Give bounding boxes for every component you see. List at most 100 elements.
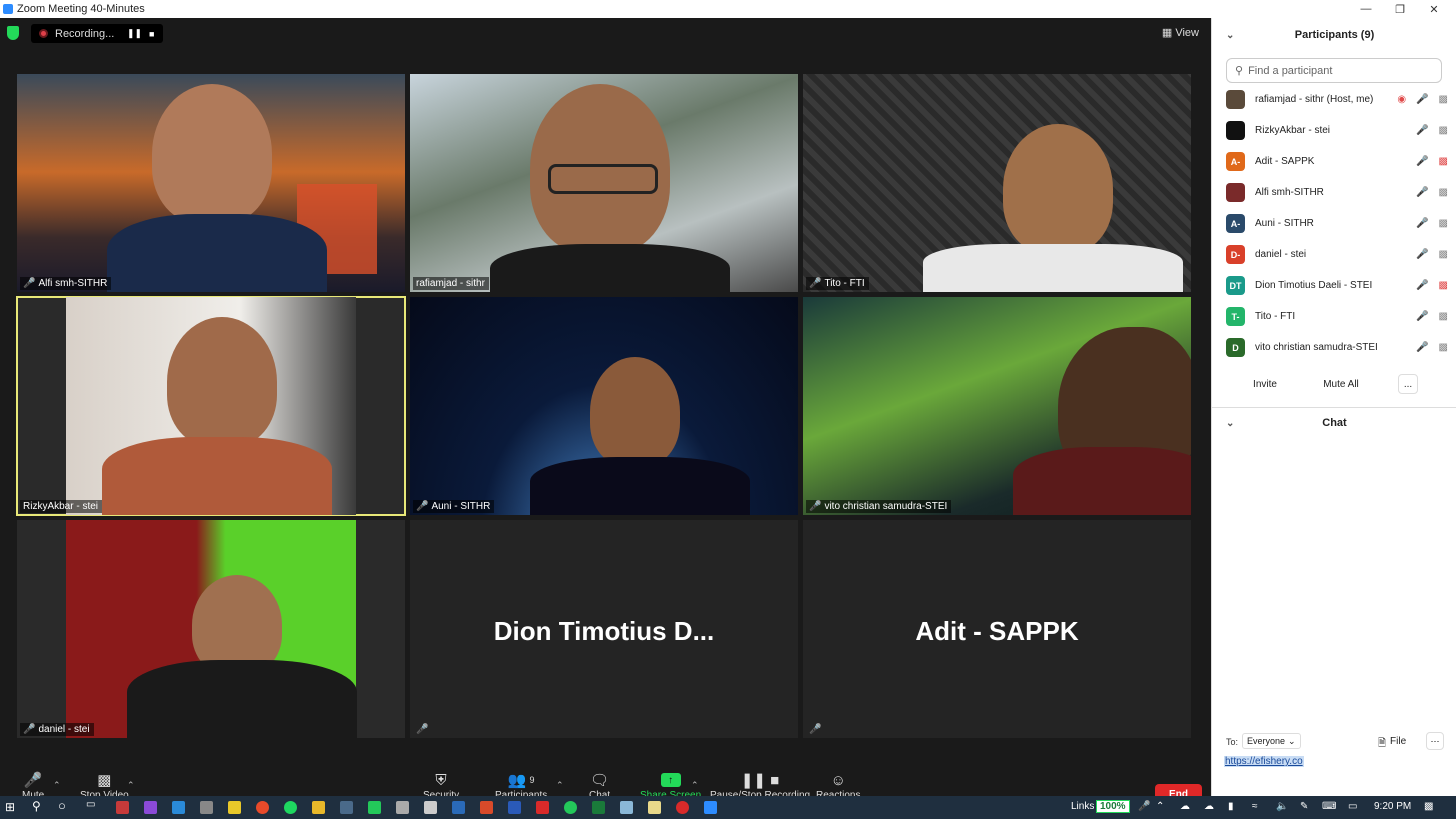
participant-row[interactable]: Alfi smh-SITHR 🎤 ▩: [1226, 177, 1448, 208]
tile-name-label: 🎤 daniel - stei: [20, 723, 94, 736]
chat-input[interactable]: https://efishery.co: [1224, 756, 1304, 767]
app-icon[interactable]: [396, 801, 409, 814]
cortana-icon[interactable]: ○: [58, 798, 66, 813]
muted-mic-icon: 🎤: [809, 724, 822, 735]
video-options-caret[interactable]: ⌃: [127, 780, 135, 791]
zoom-taskbar-icon[interactable]: [704, 801, 717, 814]
muted-mic-icon: 🎤: [809, 278, 822, 289]
avatar: A-: [1226, 214, 1245, 233]
spotify-icon[interactable]: [284, 801, 297, 814]
avatar: D: [1226, 338, 1245, 357]
security-shield-icon[interactable]: [7, 26, 19, 40]
video-tile[interactable]: 🎤 vito christian samudra-STEI: [803, 297, 1191, 515]
video-tile-off[interactable]: Adit - SAPPK 🎤: [803, 520, 1191, 738]
search-icon[interactable]: ⚲: [32, 799, 41, 813]
video-tile-off[interactable]: Dion Timotius D... 🎤: [410, 520, 798, 738]
window-title: Zoom Meeting 40-Minutes: [17, 3, 145, 15]
audio-options-caret[interactable]: ⌃: [53, 780, 61, 791]
file-explorer-icon[interactable]: [312, 801, 325, 814]
task-view-icon[interactable]: ▭: [86, 799, 95, 810]
visual-studio-icon[interactable]: [144, 801, 157, 814]
participant-search-input[interactable]: ⚲ Find a participant: [1226, 58, 1442, 83]
participant-row[interactable]: A- Adit - SAPPK 🎤 ▩: [1226, 146, 1448, 177]
muted-mic-icon: 🎤: [23, 724, 36, 735]
clock-time[interactable]: 9:20 PM: [1374, 801, 1411, 812]
restore-button[interactable]: ❐: [1382, 0, 1418, 18]
tile-name-label: 🎤 Alfi smh-SITHR: [20, 277, 112, 290]
recording-indicator: Recording... ❚❚ ■: [31, 24, 163, 43]
line-icon[interactable]: [368, 801, 381, 814]
excel-icon[interactable]: [592, 801, 605, 814]
participant-row[interactable]: A- Auni - SITHR 🎤 ▩: [1226, 208, 1448, 239]
participant-row[interactable]: RizkyAkbar - stei 🎤 ▩: [1226, 115, 1448, 146]
speaker-icon[interactable]: 🔈: [1276, 801, 1288, 812]
keyboard-icon[interactable]: ⌨: [1322, 801, 1336, 812]
acrobat-icon[interactable]: [536, 801, 549, 814]
avatar: D-: [1226, 245, 1245, 264]
participants-options-caret[interactable]: ⌃: [556, 780, 564, 791]
app-icon[interactable]: [340, 801, 353, 814]
chevron-up-icon[interactable]: ⌃: [1156, 801, 1164, 812]
grid-icon: ▦: [1161, 27, 1173, 39]
sticky-notes-icon[interactable]: [228, 801, 241, 814]
notifications-icon[interactable]: ▩: [1424, 801, 1433, 812]
share-options-caret[interactable]: ⌃: [691, 780, 699, 791]
participant-row[interactable]: D vito christian samudra-STEI 🎤 ▩: [1226, 332, 1448, 363]
chat-more-button[interactable]: ⋯: [1426, 732, 1444, 750]
stop-recording-icon[interactable]: ■: [149, 29, 154, 39]
app-icon[interactable]: [200, 801, 213, 814]
view-button[interactable]: ▦ View: [1162, 26, 1199, 39]
tile-name-label: 🎤 Auni - SITHR: [413, 500, 495, 513]
app-icon[interactable]: [452, 801, 465, 814]
pen-icon[interactable]: ✎: [1300, 801, 1308, 812]
recipient-select[interactable]: Everyone ⌄: [1242, 733, 1301, 749]
windows-start-icon[interactable]: ⊞: [5, 800, 15, 814]
video-icon: ▩: [1438, 94, 1448, 105]
close-button[interactable]: ✕: [1416, 0, 1452, 18]
video-tile-active-speaker[interactable]: RizkyAkbar - stei: [16, 296, 406, 516]
app-icon[interactable]: [648, 801, 661, 814]
avatar: T-: [1226, 307, 1245, 326]
file-button[interactable]: 🗎 File: [1378, 736, 1406, 753]
microphone-icon[interactable]: 🎤: [1138, 801, 1150, 812]
minimize-button[interactable]: —: [1348, 0, 1384, 18]
zoom-app-icon: [3, 4, 13, 14]
avatar: [1226, 90, 1245, 109]
display-icon[interactable]: ▭: [1348, 801, 1357, 812]
video-tile[interactable]: 🎤 Tito - FTI: [803, 74, 1191, 292]
whatsapp-icon[interactable]: [564, 801, 577, 814]
side-panel: ⌄ Participants (9) ⚲ Find a participant …: [1211, 18, 1456, 796]
app-icon[interactable]: [508, 801, 521, 814]
opera-icon[interactable]: [676, 801, 689, 814]
mute-all-button[interactable]: Mute All: [1312, 374, 1370, 394]
mic-icon: 🎤: [1416, 94, 1429, 105]
participant-row[interactable]: T- Tito - FTI 🎤 ▩: [1226, 301, 1448, 332]
zoom-level-indicator[interactable]: 100%: [1096, 800, 1130, 813]
invite-button[interactable]: Invite: [1250, 374, 1280, 394]
video-tile[interactable]: 🎤 Auni - SITHR: [410, 297, 798, 515]
search-icon: ⚲: [1235, 65, 1244, 77]
collapse-chevron-icon[interactable]: ⌄: [1226, 418, 1234, 429]
video-tile[interactable]: 🎤 Alfi smh-SITHR: [17, 74, 405, 292]
app-icon[interactable]: [620, 801, 633, 814]
chrome-icon[interactable]: [256, 801, 269, 814]
participant-row[interactable]: rafiamjad - sithr (Host, me) ◉ 🎤 ▩: [1226, 84, 1448, 115]
participants-header: ⌄ Participants (9): [1226, 29, 1375, 41]
cloud-icon[interactable]: ☁: [1204, 801, 1214, 812]
video-tile[interactable]: rafiamjad - sithr: [410, 74, 798, 292]
collapse-chevron-icon[interactable]: ⌄: [1226, 30, 1234, 41]
windows-taskbar: ⊞ ⚲ ○ ▭ Links 100% 🎤 ⌃ ☁ ☁ ▮ ≈ 🔈 ✎ ⌨ ▭ 9…: [0, 796, 1456, 819]
settings-icon[interactable]: [424, 801, 437, 814]
vscode-icon[interactable]: [172, 801, 185, 814]
participant-display-name: Adit - SAPPK: [915, 616, 1079, 646]
participant-row[interactable]: DT Dion Timotius Daeli - STEI 🎤 ▩: [1226, 270, 1448, 301]
onedrive-icon[interactable]: ☁: [1180, 801, 1190, 812]
video-tile[interactable]: 🎤 daniel - stei: [17, 520, 405, 738]
app-icon[interactable]: [116, 801, 129, 814]
wifi-icon[interactable]: ≈: [1252, 801, 1258, 812]
pause-recording-icon[interactable]: ❚❚: [127, 28, 142, 39]
participant-row[interactable]: D- daniel - stei 🎤 ▩: [1226, 239, 1448, 270]
more-options-button[interactable]: ...: [1398, 374, 1418, 394]
chat-footer: To: Everyone ⌄ 🗎 File ⋯ https://efishery.c…: [1212, 730, 1456, 796]
powerpoint-icon[interactable]: [480, 801, 493, 814]
